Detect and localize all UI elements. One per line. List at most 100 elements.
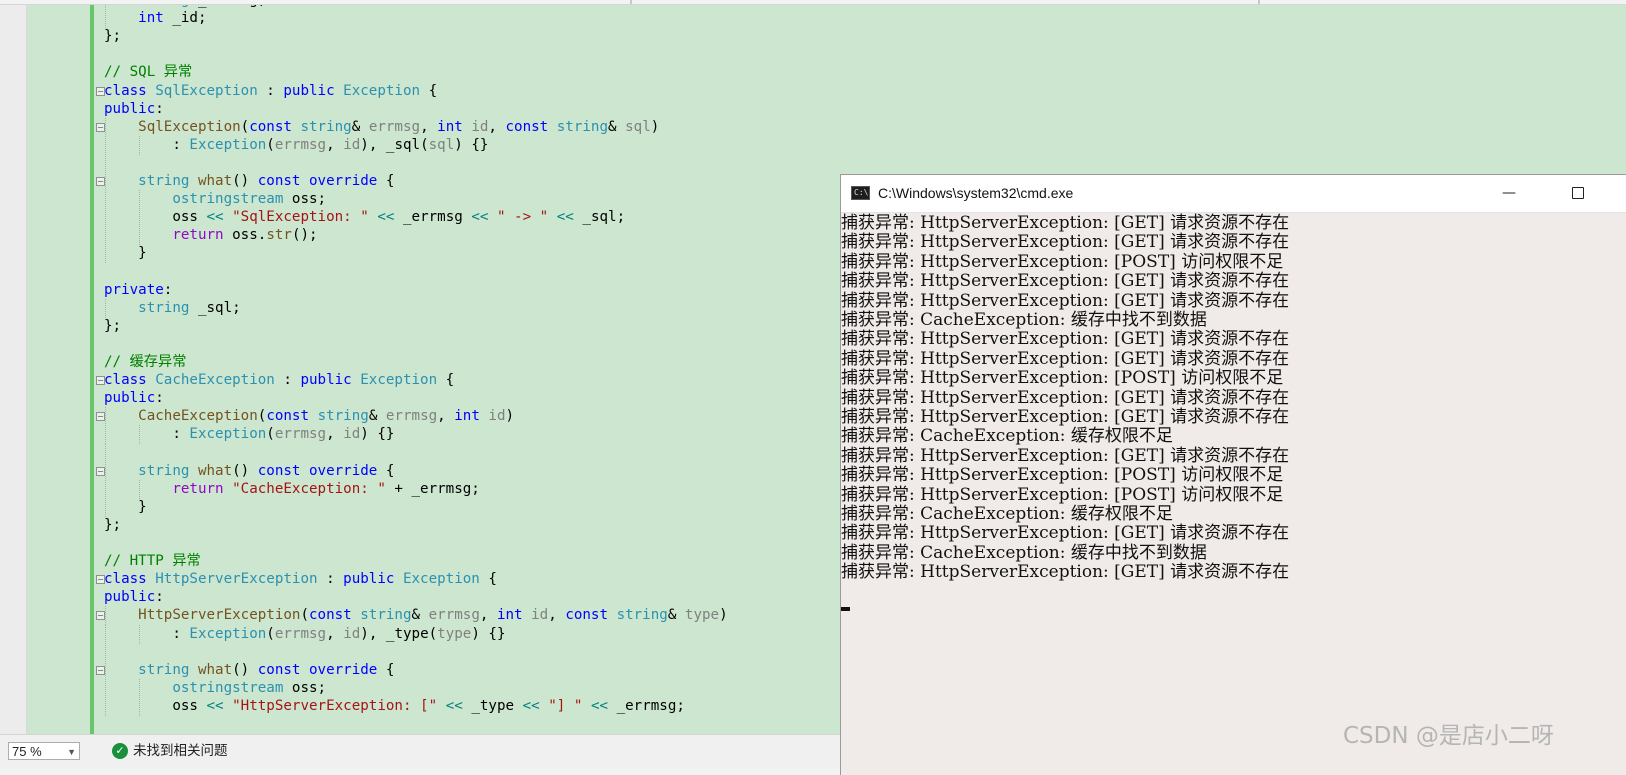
maximize-button[interactable]	[1572, 187, 1584, 199]
code-token: CacheException	[138, 408, 258, 425]
code-text[interactable]: oss << "HttpServerException: [" << _type…	[104, 697, 685, 716]
code-line[interactable]: 160− SqlException(const string& errmsg, …	[0, 117, 1626, 137]
code-text[interactable]: : Exception(errmsg, id), _type(type) {}	[104, 625, 506, 644]
code-text[interactable]: string _sql;	[104, 299, 241, 318]
code-text[interactable]: return oss.str();	[104, 226, 317, 245]
code-text[interactable]: class HttpServerException : public Excep…	[104, 570, 497, 589]
code-token: oss	[104, 209, 207, 226]
code-text[interactable]: HttpServerException(const string& errmsg…	[104, 606, 727, 625]
code-text[interactable]: string what() const override {	[104, 462, 394, 481]
code-token: :	[163, 281, 173, 298]
code-token: "HttpServerException: ["	[232, 697, 438, 714]
cmd-output-line: 捕获异常: HttpServerException: [GET] 请求资源不存在	[841, 348, 1290, 369]
cmd-output-line: 捕获异常: HttpServerException: [POST] 访问权限不足	[841, 484, 1284, 505]
code-token: :	[104, 136, 190, 153]
code-token: public	[104, 100, 156, 117]
code-text[interactable]: oss << "SqlException: " << _errmsg << " …	[104, 208, 625, 227]
code-token: :	[155, 100, 164, 117]
code-text[interactable]: }	[104, 498, 147, 517]
code-token: type	[437, 625, 472, 642]
code-token: oss	[104, 697, 207, 714]
code-token: string	[138, 299, 190, 316]
code-token: {	[377, 173, 395, 189]
code-text[interactable]: int _id;	[104, 9, 206, 28]
code-token: ) {}	[471, 625, 506, 642]
cmd-output-line: 捕获异常: HttpServerException: [GET] 请求资源不存在	[841, 407, 1290, 427]
code-text[interactable]: };	[104, 317, 121, 336]
code-text[interactable]: string what() const override {	[104, 661, 394, 680]
code-token: what	[197, 173, 233, 189]
code-text[interactable]: : Exception(errmsg, id) {}	[104, 425, 394, 444]
code-text[interactable]: return "CacheException: " + _errmsg;	[104, 480, 480, 499]
code-line[interactable]: 157// SQL 异常	[0, 63, 1626, 82]
cmd-output-line: 捕获异常: HttpServerException: [POST] 访问权限不足	[841, 251, 1284, 272]
code-text[interactable]: };	[104, 516, 121, 535]
code-token: &	[351, 118, 369, 135]
code-token: ,	[326, 426, 344, 443]
code-text[interactable]: CacheException(const string& errmsg, int…	[104, 407, 514, 426]
code-text[interactable]: public:	[104, 100, 164, 119]
code-line[interactable]: 159public:	[0, 100, 1626, 119]
code-text[interactable]: // HTTP 异常	[104, 552, 201, 571]
code-token: <<	[556, 209, 574, 226]
code-line[interactable]: 162	[0, 153, 1626, 173]
code-text[interactable]: };	[104, 27, 121, 46]
cmd-title-bar[interactable]: C:\ C:\Windows\system32\cmd.exe —	[841, 175, 1626, 213]
zoom-value: 75 %	[12, 744, 42, 759]
code-token: ()	[232, 462, 258, 479]
zoom-dropdown[interactable]: 75 % ▼	[8, 742, 80, 760]
code-token: errmsg	[385, 408, 438, 425]
code-text[interactable]: public:	[104, 389, 164, 408]
code-text[interactable]: }	[104, 244, 147, 263]
editor-left-margin	[0, 0, 27, 734]
code-line[interactable]: 155};	[0, 27, 1626, 46]
code-token: + _errmsg;	[385, 480, 480, 497]
code-text[interactable]: // 缓存异常	[104, 353, 186, 372]
code-line[interactable]: 154 int _id;	[0, 9, 1626, 29]
code-text[interactable]: ostringstream oss;	[104, 190, 326, 209]
code-token: override	[309, 462, 378, 479]
code-token: ostringstream	[172, 679, 284, 696]
code-token: Exception	[360, 372, 438, 389]
code-token: return	[172, 480, 233, 497]
code-text[interactable]: // SQL 异常	[104, 63, 192, 82]
code-text[interactable]: public:	[104, 588, 164, 607]
cmd-output-line: 捕获异常: HttpServerException: [POST] 访问权限不足	[841, 368, 1284, 389]
code-text[interactable]: class SqlException : public Exception {	[104, 82, 437, 101]
code-token: };	[104, 516, 122, 533]
code-line[interactable]: 158−class SqlException : public Exceptio…	[0, 82, 1626, 101]
code-token: int	[437, 118, 472, 135]
code-text[interactable]: ostringstream oss;	[104, 679, 326, 698]
code-token: _errmsg;	[608, 697, 685, 714]
cmd-output[interactable]: 捕获异常: HttpServerException: [GET] 请求资源不存在…	[841, 213, 1626, 773]
code-token: ostringstream	[172, 191, 284, 208]
code-token: override	[309, 661, 378, 678]
code-text[interactable]: string what() const override {	[104, 172, 394, 191]
code-token: "CacheException: "	[232, 480, 386, 497]
issues-status-text[interactable]: 未找到相关问题	[133, 743, 228, 759]
code-text[interactable]: : Exception(errmsg, id), _sql(sql) {}	[104, 136, 488, 155]
code-token: ,	[488, 118, 506, 135]
code-token: :	[104, 426, 190, 443]
cmd-window[interactable]: C:\ C:\Windows\system32\cmd.exe — 捕获异常: …	[840, 174, 1626, 775]
code-token: <<	[590, 697, 609, 714]
code-token: _sql;	[189, 299, 241, 316]
code-token: <<	[445, 697, 463, 714]
code-token: errmsg	[274, 136, 327, 153]
code-line[interactable]: 161 : Exception(errmsg, id), _sql(sql) {…	[0, 135, 1626, 155]
code-text[interactable]: private:	[104, 281, 172, 300]
code-line[interactable]: 156	[0, 45, 1626, 64]
code-token: id	[531, 607, 549, 624]
code-text[interactable]: class CacheException : public Exception …	[104, 371, 454, 390]
code-token: string	[138, 661, 198, 678]
minimize-button[interactable]: —	[1499, 183, 1519, 203]
code-token: int	[496, 607, 532, 624]
code-token: )	[650, 118, 660, 135]
code-text[interactable]: SqlException(const string& errmsg, int i…	[104, 118, 659, 137]
code-token: string	[616, 607, 668, 624]
